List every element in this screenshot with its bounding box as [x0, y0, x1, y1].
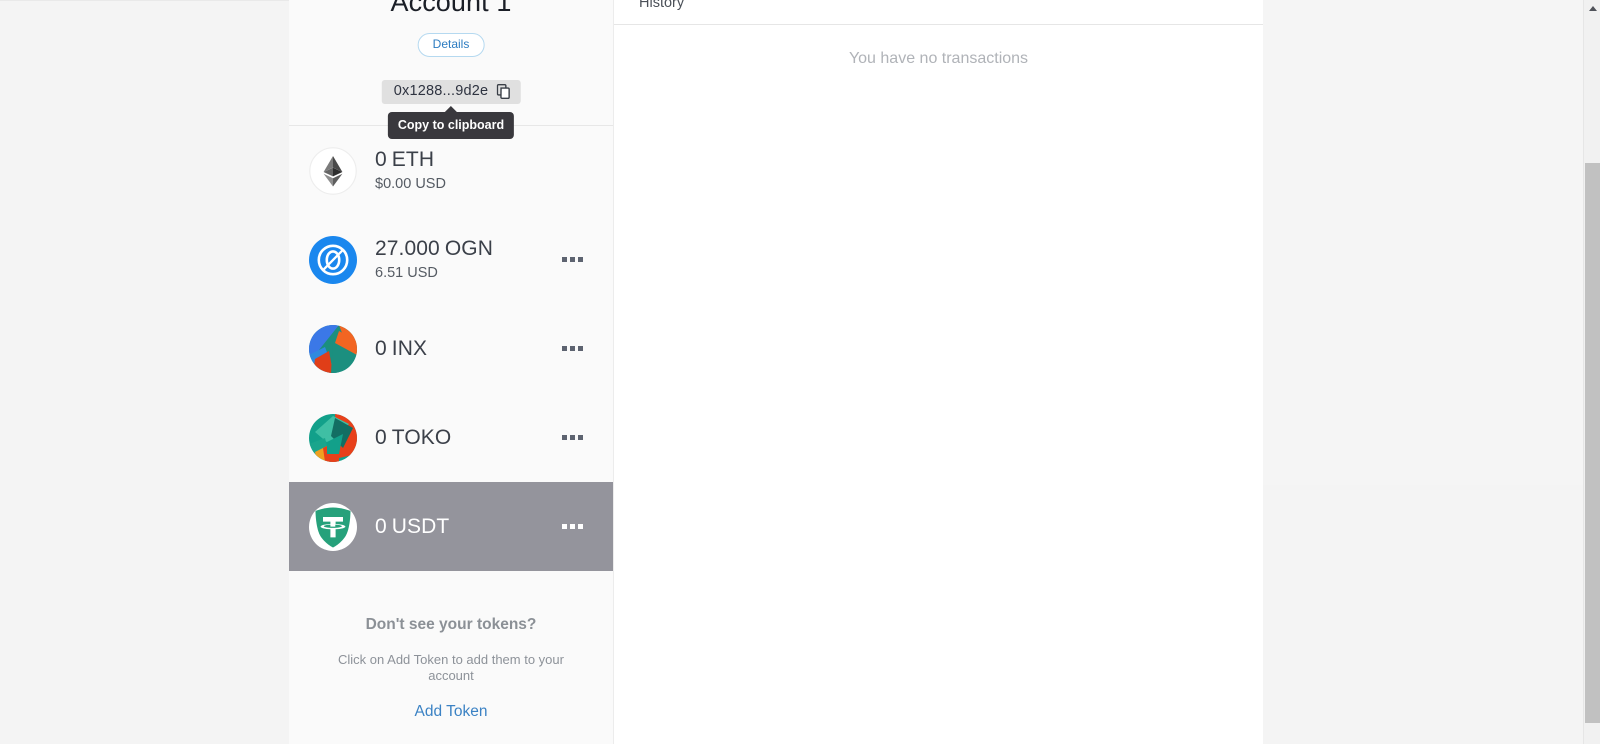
content-panel: History You have no transactions — [614, 0, 1263, 744]
inx-icon — [309, 324, 357, 373]
token-amount-line: 0 TOKO — [375, 426, 451, 449]
copy-to-clipboard-tooltip: Copy to clipboard — [387, 112, 515, 139]
token-text: 0 USDT — [375, 514, 558, 540]
token-fiat-value: 6.51 USD — [375, 265, 438, 281]
token-row-menu-button[interactable] — [558, 247, 587, 272]
token-amount: 27.000 — [375, 237, 440, 260]
dot — [578, 524, 583, 529]
toko-icon — [309, 413, 357, 462]
add-token-block: Don't see your tokens? Click on Add Toke… — [289, 571, 613, 721]
token-symbol: INX — [391, 336, 428, 360]
browser-scrollbar[interactable] — [1583, 0, 1600, 744]
dot — [562, 257, 567, 262]
token-row[interactable]: 0 INX — [289, 304, 613, 393]
token-amount-line: 0 ETH — [375, 148, 434, 171]
copy-to-clipboard-icon[interactable] — [496, 83, 510, 99]
token-amount: 0 — [375, 336, 387, 360]
token-row-menu-button[interactable] — [558, 514, 587, 539]
token-amount-line: 0 INX — [375, 337, 427, 360]
app-root: Account 1 Details 0x1288...9d2e Copy to … — [0, 0, 1600, 744]
account-name: Account 1 — [390, 0, 512, 17]
token-row[interactable]: 0 USDT — [289, 482, 613, 571]
token-amount-line: 0 USDT — [375, 515, 449, 538]
right-gutter-top — [1263, 0, 1583, 485]
dot — [570, 346, 575, 351]
token-symbol: USDT — [391, 514, 450, 538]
token-row[interactable]: 0 TOKO — [289, 393, 613, 482]
dot — [570, 257, 575, 262]
details-button[interactable]: Details — [417, 33, 485, 57]
account-address-text: 0x1288...9d2e — [393, 83, 489, 99]
token-sidebar: Account 1 Details 0x1288...9d2e Copy to … — [289, 0, 614, 744]
token-row[interactable]: 27.000 OGN 6.51 USD — [289, 215, 613, 304]
scrollbar-up-arrow-icon[interactable] — [1584, 0, 1600, 17]
left-gutter — [0, 1, 289, 744]
token-text: 0 ETH $0.00 USD — [375, 147, 587, 194]
token-list: 0 ETH $0.00 USD 27.000 OGN 6.51 USD 0 IN… — [289, 126, 613, 571]
dot — [578, 257, 583, 262]
account-address-pill[interactable]: 0x1288...9d2e — [381, 80, 521, 104]
extension-window: Account 1 Details 0x1288...9d2e Copy to … — [0, 0, 1583, 744]
dot — [562, 435, 567, 440]
scrollbar-thumb[interactable] — [1585, 163, 1600, 723]
token-symbol: ETH — [391, 148, 435, 171]
empty-transactions-message: You have no transactions — [848, 50, 1029, 67]
dot — [562, 346, 567, 351]
tab-bar: History — [614, 0, 1263, 25]
token-fiat-value: $0.00 USD — [375, 176, 446, 192]
add-token-title: Don't see your tokens? — [365, 616, 537, 633]
ogn-icon — [309, 235, 357, 284]
dot — [578, 435, 583, 440]
dot — [570, 435, 575, 440]
eth-icon — [309, 146, 357, 195]
usdt-icon — [309, 502, 357, 551]
tab-history[interactable]: History — [639, 0, 684, 16]
token-symbol: OGN — [444, 237, 493, 260]
token-amount: 0 — [375, 514, 387, 538]
add-token-subtitle: Click on Add Token to add them to your a… — [338, 652, 564, 683]
token-row-menu-button[interactable] — [558, 425, 587, 450]
add-token-link[interactable]: Add Token — [415, 702, 488, 721]
dot — [578, 346, 583, 351]
token-amount-line: 27.000 OGN — [375, 237, 493, 260]
dot — [570, 524, 575, 529]
account-header: Account 1 Details 0x1288...9d2e Copy to … — [289, 0, 613, 139]
token-text: 0 INX — [375, 336, 558, 362]
token-row-menu-button[interactable] — [558, 336, 587, 361]
dot — [562, 524, 567, 529]
right-gutter — [1263, 0, 1583, 744]
token-amount: 0 — [375, 425, 387, 449]
token-amount: 0 — [375, 148, 387, 171]
token-text: 27.000 OGN 6.51 USD — [375, 236, 558, 283]
token-symbol: TOKO — [391, 425, 452, 449]
token-text: 0 TOKO — [375, 425, 558, 451]
token-row[interactable]: 0 ETH $0.00 USD — [289, 126, 613, 215]
